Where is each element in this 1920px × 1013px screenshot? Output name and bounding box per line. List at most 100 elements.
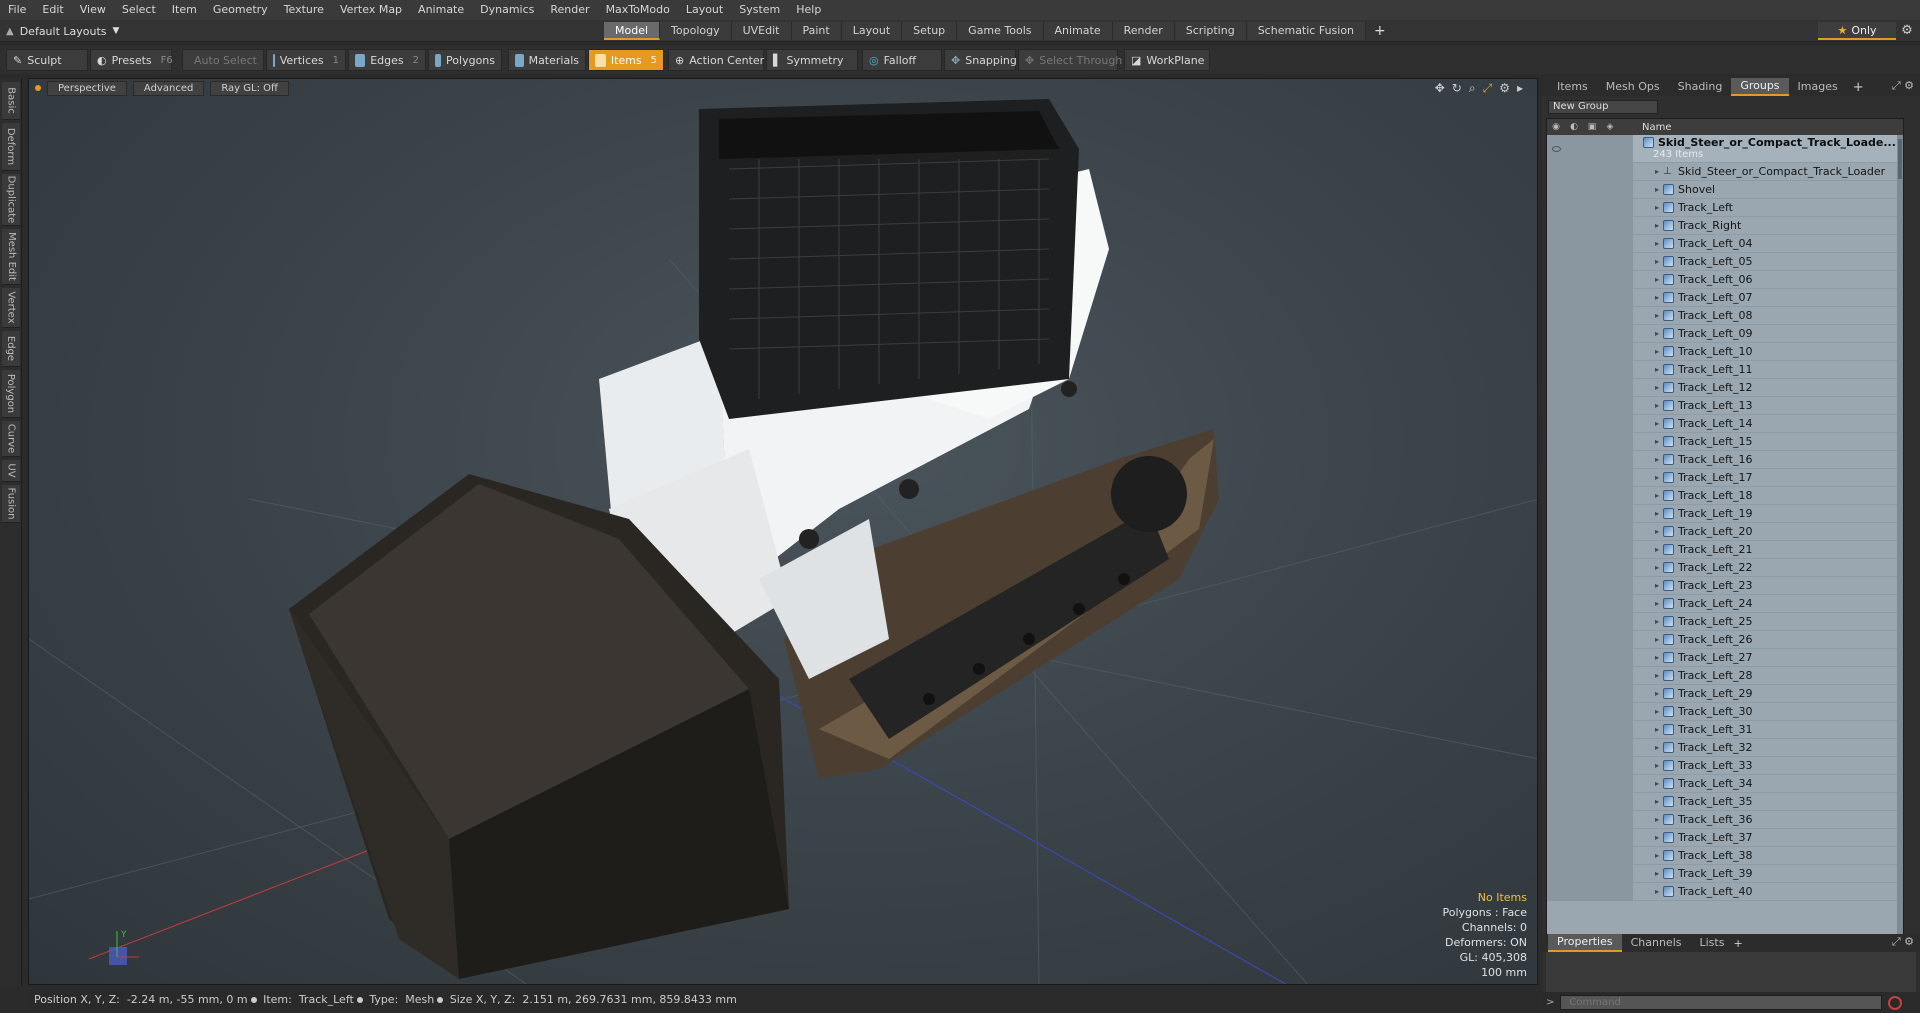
row-toggle[interactable] — [1565, 361, 1583, 379]
visibility-toggle[interactable] — [1547, 289, 1565, 307]
record-icon[interactable] — [1888, 995, 1903, 1010]
row-toggle[interactable] — [1565, 865, 1583, 883]
expand-icon[interactable]: ▸ — [1655, 473, 1659, 482]
row-toggle[interactable] — [1601, 829, 1619, 847]
row-toggle[interactable] — [1601, 325, 1619, 343]
visibility-toggle[interactable] — [1547, 577, 1565, 595]
add-tab-icon[interactable]: + — [1847, 80, 1870, 95]
row-toggle[interactable] — [1565, 217, 1583, 235]
row-toggle[interactable] — [1565, 829, 1583, 847]
add-tab-icon[interactable]: + — [1733, 937, 1742, 950]
visibility-toggle[interactable] — [1547, 397, 1565, 415]
edges-button[interactable]: Edges 2 — [348, 49, 426, 71]
expand-icon[interactable]: ▸ — [1655, 167, 1659, 176]
row-toggle[interactable] — [1565, 577, 1583, 595]
row-toggle[interactable] — [1583, 253, 1601, 271]
tab-model[interactable]: Model — [604, 22, 661, 40]
expand-icon[interactable]: ▸ — [1655, 797, 1659, 806]
row-toggle[interactable] — [1601, 181, 1619, 199]
row-toggle[interactable] — [1601, 739, 1619, 757]
gear-icon[interactable]: ⚙ — [1896, 22, 1918, 40]
row-toggle[interactable] — [1565, 253, 1583, 271]
command-input[interactable] — [1560, 995, 1883, 1010]
tree-row[interactable]: ▸ Track_Left_17 — [1547, 469, 1903, 487]
row-toggle[interactable] — [1583, 343, 1601, 361]
row-toggle[interactable] — [1601, 469, 1619, 487]
layout-selector[interactable]: ▲ Default Layouts ▼ — [6, 22, 119, 40]
row-toggle[interactable] — [1565, 703, 1583, 721]
auto-select-button[interactable]: Auto Select — [182, 49, 264, 71]
expand-icon[interactable]: ▸ — [1655, 293, 1659, 302]
tab-paint[interactable]: Paint — [791, 22, 842, 40]
row-toggle[interactable] — [1583, 739, 1601, 757]
row-toggle[interactable] — [1601, 379, 1619, 397]
menu-view[interactable]: View — [72, 0, 114, 20]
row-toggle[interactable] — [1565, 559, 1583, 577]
row-toggle[interactable] — [1601, 505, 1619, 523]
row-toggle[interactable] — [1583, 361, 1601, 379]
tree-row[interactable]: ▸ Track_Left_27 — [1547, 649, 1903, 667]
row-toggle[interactable] — [1565, 379, 1583, 397]
visibility-toggle[interactable] — [1547, 271, 1565, 289]
menu-animate[interactable]: Animate — [410, 0, 472, 20]
expand-icon[interactable]: ▸ — [1655, 509, 1659, 518]
symmetry-button[interactable]: ▌ Symmetry — [766, 49, 858, 71]
expand-icon[interactable]: ▸ — [1655, 653, 1659, 662]
items-button[interactable]: Items 5 — [588, 49, 664, 71]
expand-icon[interactable]: ▸ — [1655, 401, 1659, 410]
tab-topology[interactable]: Topology — [660, 22, 732, 40]
row-toggle[interactable] — [1583, 613, 1601, 631]
row-toggle[interactable] — [1583, 487, 1601, 505]
expand-icon[interactable]: ▸ — [1655, 581, 1659, 590]
row-toggle[interactable] — [1601, 865, 1619, 883]
menu-help[interactable]: Help — [788, 0, 829, 20]
row-toggle[interactable] — [1583, 163, 1601, 181]
visibility-toggle[interactable] — [1547, 415, 1565, 433]
menu-dynamics[interactable]: Dynamics — [472, 0, 542, 20]
row-toggle[interactable] — [1601, 667, 1619, 685]
collapse-icon[interactable]: ▲ — [6, 26, 14, 37]
tab-layout[interactable]: Layout — [841, 22, 903, 40]
tab-game-tools[interactable]: Game Tools — [957, 22, 1044, 40]
row-toggle[interactable] — [1601, 793, 1619, 811]
row-toggle[interactable] — [1583, 541, 1601, 559]
visibility-toggle[interactable] — [1547, 883, 1565, 901]
expand-icon[interactable]: ▸ — [1655, 257, 1659, 266]
row-toggle[interactable] — [1565, 140, 1583, 158]
row-toggle[interactable] — [1601, 703, 1619, 721]
row-toggle[interactable] — [1601, 253, 1619, 271]
expand-icon[interactable]: ▸ — [1655, 203, 1659, 212]
row-toggle[interactable] — [1583, 379, 1601, 397]
row-toggle[interactable] — [1601, 613, 1619, 631]
left-tab-fusion[interactable]: Fusion — [2, 485, 20, 523]
menu-vertex-map[interactable]: Vertex Map — [332, 0, 410, 20]
expand-icon[interactable]: ▸ — [1655, 725, 1659, 734]
tab-scripting[interactable]: Scripting — [1174, 22, 1247, 40]
row-toggle[interactable] — [1565, 325, 1583, 343]
row-toggle[interactable] — [1583, 181, 1601, 199]
row-toggle[interactable] — [1601, 559, 1619, 577]
select-col-icon[interactable]: ◈ — [1601, 122, 1619, 132]
lock-col-icon[interactable]: ▣ — [1583, 122, 1601, 132]
left-tab-uv[interactable]: UV — [2, 460, 20, 482]
row-toggle[interactable] — [1583, 140, 1601, 158]
tree-row[interactable]: ▸ Track_Left_26 — [1547, 631, 1903, 649]
row-toggle[interactable] — [1583, 235, 1601, 253]
row-toggle[interactable] — [1565, 469, 1583, 487]
row-toggle[interactable] — [1583, 217, 1601, 235]
visibility-toggle[interactable] — [1547, 217, 1565, 235]
tree-row[interactable]: ▸ Track_Left_37 — [1547, 829, 1903, 847]
tree-row[interactable]: ▸ Shovel — [1547, 181, 1903, 199]
row-toggle[interactable] — [1601, 523, 1619, 541]
tree-row[interactable]: ▸ Track_Left_20 — [1547, 523, 1903, 541]
row-toggle[interactable] — [1601, 217, 1619, 235]
row-toggle[interactable] — [1565, 235, 1583, 253]
row-toggle[interactable] — [1565, 649, 1583, 667]
tree-row[interactable]: ▸ Track_Left_05 — [1547, 253, 1903, 271]
row-toggle[interactable] — [1583, 289, 1601, 307]
tree-row[interactable]: ▸ Track_Left_28 — [1547, 667, 1903, 685]
tree-row[interactable]: ▸ Track_Left_19 — [1547, 505, 1903, 523]
row-toggle[interactable] — [1583, 757, 1601, 775]
menu-item[interactable]: Item — [164, 0, 205, 20]
row-toggle[interactable] — [1583, 811, 1601, 829]
